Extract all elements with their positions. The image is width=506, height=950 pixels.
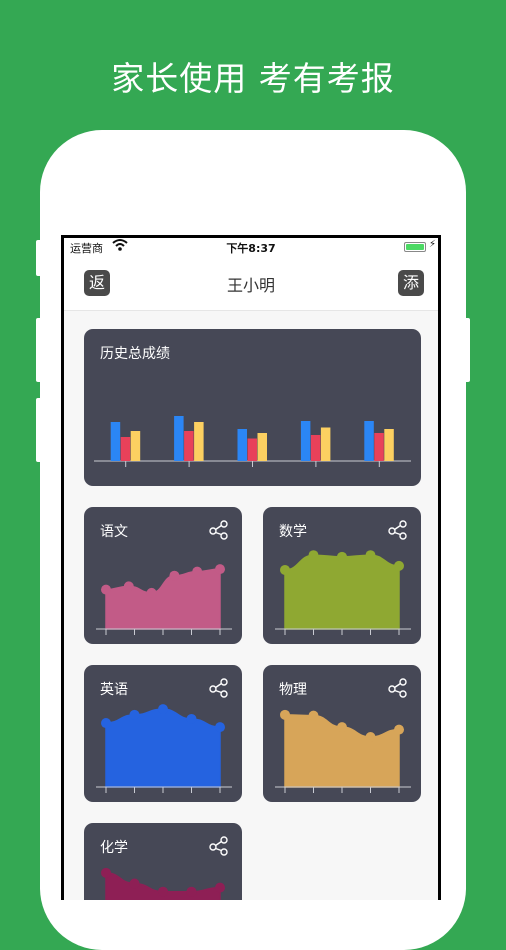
data-point <box>280 709 290 720</box>
bar <box>194 422 204 461</box>
card-title: 数学 <box>279 524 307 540</box>
data-point <box>129 709 140 720</box>
subject-card-english[interactable]: 英语 <box>84 665 242 802</box>
data-point <box>158 886 168 897</box>
data-point <box>101 584 111 595</box>
share-icon[interactable] <box>387 677 409 699</box>
charging-icon: ⚡ <box>428 239 436 250</box>
battery-icon <box>404 242 426 252</box>
status-bar: 运营商 下午8:37 ⚡ <box>64 238 438 256</box>
bar <box>310 435 321 461</box>
data-point <box>215 722 225 733</box>
app-content: 运营商 下午8:37 ⚡ 返 王小明 添 历史总成绩 语文 数学 英语 物理 化… <box>64 238 438 900</box>
bar <box>184 431 194 461</box>
data-point <box>129 878 140 889</box>
data-point <box>394 724 404 735</box>
subject-card-chemistry[interactable]: 化学 <box>84 823 242 900</box>
data-point <box>101 867 111 878</box>
bar <box>320 427 331 461</box>
bar <box>120 437 131 461</box>
data-point <box>186 886 197 897</box>
bar <box>247 438 257 461</box>
data-point <box>280 564 290 575</box>
area-series <box>105 708 221 788</box>
data-point <box>308 550 319 561</box>
share-icon[interactable] <box>208 519 230 541</box>
data-point <box>192 566 203 577</box>
data-point <box>186 713 197 724</box>
phone-side-button <box>464 318 470 382</box>
subject-card-physics[interactable]: 物理 <box>263 665 421 802</box>
nav-bar: 返 王小明 添 <box>64 256 438 311</box>
bar <box>374 433 384 461</box>
phone-side-button <box>36 318 42 382</box>
card-title: 化学 <box>100 840 128 856</box>
card-title: 英语 <box>100 682 128 698</box>
promo-headline: 家长使用 考有考报 <box>111 59 395 98</box>
bar <box>110 422 121 461</box>
history-bar-chart <box>94 416 411 467</box>
phone-screen: 运营商 下午8:37 ⚡ 返 王小明 添 历史总成绩 语文 数学 英语 物理 化… <box>61 235 441 900</box>
card-title: 语文 <box>100 524 128 540</box>
data-point <box>308 710 319 721</box>
status-time: 下午8:37 <box>226 242 276 255</box>
history-scores-card[interactable]: 历史总成绩 <box>84 329 421 486</box>
bar <box>174 416 184 461</box>
area-series <box>105 568 221 630</box>
data-point <box>169 570 180 581</box>
data-point <box>394 560 404 571</box>
area-series <box>284 554 400 630</box>
data-point <box>146 587 157 598</box>
bar <box>364 421 374 461</box>
subject-card-chinese[interactable]: 语文 <box>84 507 242 644</box>
data-point <box>365 550 376 561</box>
bar <box>300 421 311 461</box>
data-point <box>365 731 376 742</box>
bar <box>384 429 394 461</box>
data-point <box>215 564 225 575</box>
bar <box>130 431 141 461</box>
share-icon[interactable] <box>208 677 230 699</box>
data-point <box>101 718 111 729</box>
card-title: 物理 <box>279 682 307 698</box>
bar <box>237 429 247 461</box>
share-icon[interactable] <box>208 835 230 857</box>
add-button[interactable]: 添 <box>398 270 424 296</box>
subject-card-math[interactable]: 数学 <box>263 507 421 644</box>
bar <box>257 433 267 461</box>
data-point <box>215 882 225 893</box>
phone-side-button <box>36 398 42 462</box>
data-point <box>337 551 347 562</box>
data-point <box>158 704 168 715</box>
phone-side-button <box>36 240 42 276</box>
page-title: 王小明 <box>226 276 275 295</box>
share-icon[interactable] <box>387 519 409 541</box>
data-point <box>123 581 134 592</box>
data-point <box>337 722 347 733</box>
